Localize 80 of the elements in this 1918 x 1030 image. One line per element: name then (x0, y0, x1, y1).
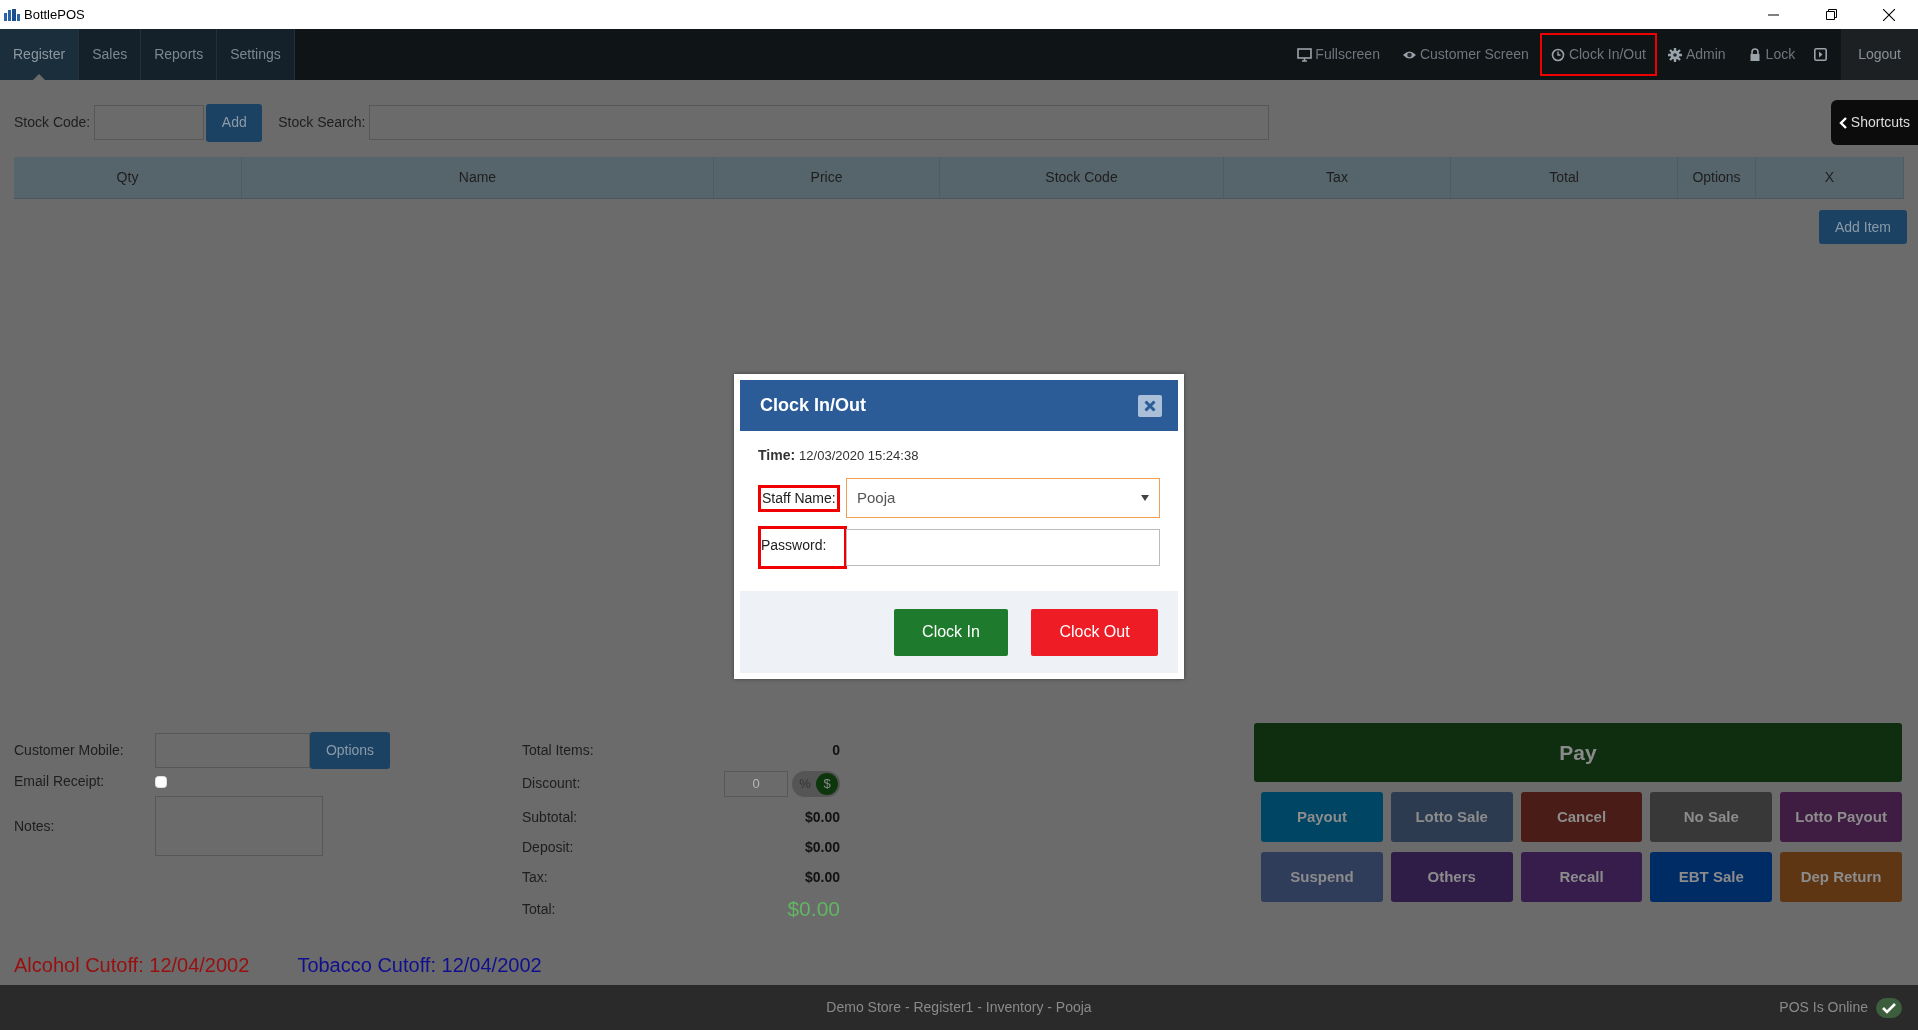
status-text: Demo Store - Register1 - Inventory - Pooja (826, 998, 1092, 1017)
logout-button[interactable]: Logout (1841, 29, 1918, 80)
discount-field[interactable]: 0 (724, 770, 788, 797)
app-logo-icon (4, 8, 20, 21)
total-label: Subtotal: (522, 807, 578, 827)
stock-code-label: Stock Code: (14, 113, 91, 132)
nav-link[interactable]: Lock (1736, 33, 1807, 76)
add-item-button[interactable]: Add Item (1819, 210, 1907, 244)
stock-search-label: Stock Search: (278, 113, 366, 132)
total-value: $0.00 (804, 867, 840, 887)
stock-code-field[interactable] (94, 105, 205, 140)
monitor-icon (1297, 47, 1313, 62)
window-title: BottlePOS (24, 5, 85, 24)
action-button[interactable]: Recall (1520, 852, 1643, 902)
email-receipt-checkbox[interactable] (155, 775, 167, 788)
action-button[interactable]: Lotto Payout (1780, 792, 1902, 842)
total-value: $0.00 (804, 837, 840, 857)
total-label: Total: (522, 899, 556, 919)
column-header: Options (1678, 157, 1756, 198)
nav-link[interactable]: Fullscreen (1286, 33, 1391, 76)
column-header: Name (242, 157, 714, 198)
customer-mobile-label: Customer Mobile: (14, 741, 125, 760)
staff-name-dropdown[interactable]: Pooja (846, 478, 1160, 518)
nav-tab[interactable]: Reports (141, 29, 218, 80)
exit-icon[interactable] (1814, 48, 1828, 61)
clock-in-button[interactable]: Clock In (894, 608, 1008, 656)
chevron-left-icon (1838, 116, 1847, 129)
nav-link[interactable]: Customer Screen (1390, 33, 1540, 76)
column-header: Tax (1224, 157, 1451, 198)
column-header: Qty (14, 157, 242, 198)
shortcuts-button[interactable]: Shortcuts (1830, 100, 1918, 145)
action-button[interactable]: Suspend (1261, 852, 1383, 902)
dropdown-caret-icon (1141, 495, 1149, 501)
column-header: Total (1451, 157, 1678, 198)
field-label: Password: (758, 526, 848, 569)
customer-mobile-field[interactable] (155, 733, 310, 768)
discount-toggle[interactable]: % $ (792, 770, 840, 797)
time-value: 12/03/2020 15:24:38 (799, 447, 919, 465)
options-button[interactable]: Options (310, 732, 390, 769)
time-label: Time: (758, 446, 796, 465)
action-button[interactable]: Payout (1261, 792, 1383, 842)
cutoff-date-text: Tobacco Cutoff: 12/04/2002 (297, 953, 542, 978)
action-button[interactable]: Cancel (1520, 792, 1643, 842)
pay-button[interactable]: Pay (1254, 723, 1902, 782)
column-header: Stock Code (940, 157, 1224, 198)
add-button[interactable]: Add (206, 103, 263, 142)
action-button[interactable]: Dep Return (1780, 852, 1902, 902)
total-value: $0.00 (804, 807, 840, 827)
nav-tab[interactable]: Settings (217, 29, 295, 80)
clock-icon (1550, 47, 1566, 62)
restore-icon[interactable] (1825, 9, 1837, 20)
total-label: Total Items: (522, 740, 594, 760)
cutoff-date-text: Alcohol Cutoff: 12/04/2002 (14, 953, 250, 978)
total-value: $0.00 (787, 896, 840, 923)
total-value: 0 (832, 740, 840, 760)
action-button[interactable]: No Sale (1650, 792, 1773, 842)
clock-out-button[interactable]: Clock Out (1031, 608, 1158, 656)
close-button[interactable] (1138, 394, 1162, 417)
modal-title: Clock In/Out (760, 394, 866, 417)
notes-label: Notes: (14, 816, 56, 836)
close-icon (1144, 399, 1156, 412)
column-header: Price (714, 157, 940, 198)
column-header: X (1756, 157, 1904, 198)
nav-link[interactable]: Clock In/Out (1539, 33, 1657, 76)
action-button[interactable]: Lotto Sale (1390, 792, 1513, 842)
action-button[interactable]: Others (1390, 852, 1513, 902)
close-icon[interactable] (1883, 8, 1895, 21)
gear-icon (1667, 47, 1683, 62)
total-label: Discount: (522, 774, 581, 793)
online-status-text: POS Is Online (1779, 998, 1868, 1017)
nav-tab[interactable]: Register (0, 29, 80, 80)
total-label: Deposit: (522, 837, 574, 857)
total-label: Tax: (522, 867, 548, 887)
check-icon (1876, 997, 1902, 1018)
nav-tab[interactable]: Sales (79, 29, 142, 80)
action-button[interactable]: EBT Sale (1650, 852, 1773, 902)
password-field[interactable] (846, 529, 1160, 566)
email-receipt-label: Email Receipt: (14, 772, 106, 791)
field-label: Staff Name: (758, 484, 840, 512)
nav-link[interactable]: Admin (1656, 33, 1737, 76)
